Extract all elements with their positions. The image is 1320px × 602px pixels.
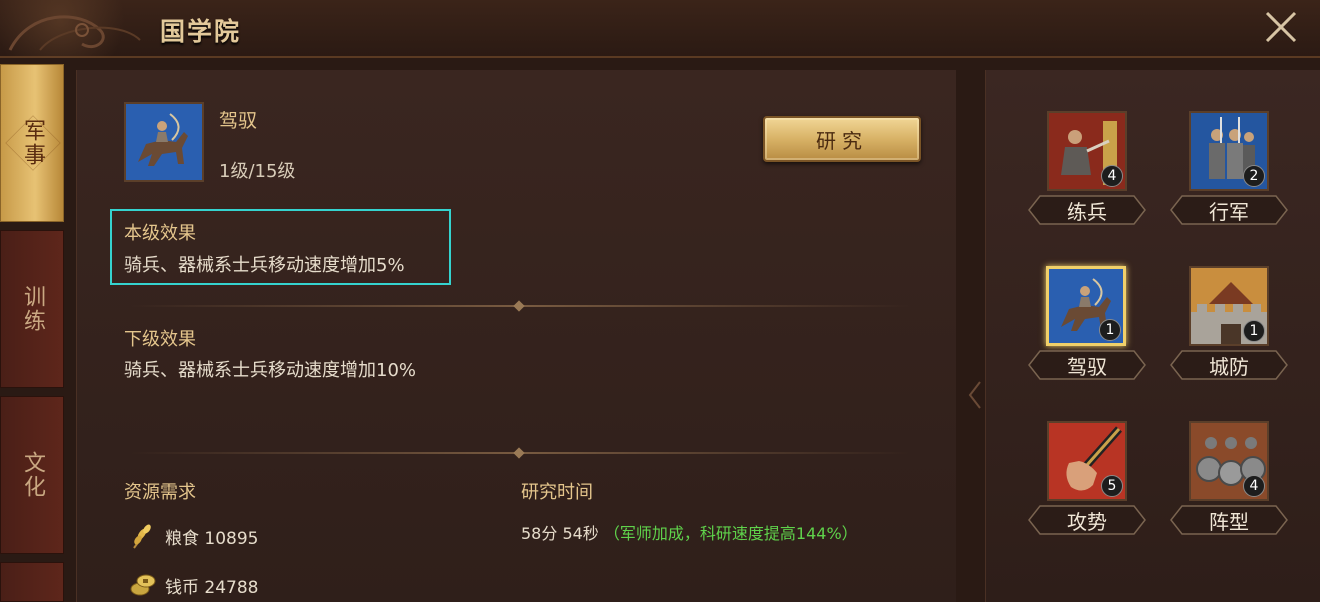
research-time: 58分 54秒 （军师加成，科研速度提高144%） xyxy=(521,520,858,544)
skill-icon-horse-archer xyxy=(124,102,204,182)
skill-tile-offense[interactable]: 5 xyxy=(1047,421,1127,501)
skill-label-march[interactable]: 行军 xyxy=(1170,195,1288,225)
tab-label: 文化 xyxy=(20,451,45,499)
skill-label-defense[interactable]: 城防 xyxy=(1170,350,1288,380)
skill-tile-formation[interactable]: 4 xyxy=(1189,421,1269,501)
level-badge: 5 xyxy=(1101,475,1123,497)
grain-label: 粮食 xyxy=(165,529,199,549)
level-badge: 4 xyxy=(1243,475,1265,497)
horse-archer-icon xyxy=(126,104,202,180)
level-badge: 4 xyxy=(1101,165,1123,187)
research-button[interactable]: 研究 xyxy=(763,116,921,162)
tab-label: 训练 xyxy=(20,285,45,333)
coin-label: 钱币 xyxy=(165,578,199,598)
skill-level: 1级/15级 xyxy=(219,161,296,182)
header-bar: 国学院 xyxy=(0,0,1320,58)
skill-name: 驾驭 xyxy=(219,110,258,132)
skill-tile-drill[interactable]: 4 xyxy=(1047,111,1127,191)
research-time-value: 58分 54秒 xyxy=(521,524,599,543)
close-icon xyxy=(1265,11,1297,43)
current-effect-text: 骑兵、器械系士兵移动速度增加5% xyxy=(124,255,405,276)
skill-tile-defense[interactable]: 1 xyxy=(1189,266,1269,346)
tab-training[interactable]: 训练 xyxy=(0,230,64,388)
category-tabs: 军事 训练 文化 xyxy=(0,64,66,602)
skill-label-offense[interactable]: 攻势 xyxy=(1028,505,1146,535)
coin-icon xyxy=(128,569,158,599)
level-badge: 1 xyxy=(1099,319,1121,341)
skill-label-text: 行军 xyxy=(1209,199,1249,224)
close-button[interactable] xyxy=(1264,10,1298,44)
research-time-title: 研究时间 xyxy=(521,482,593,503)
skill-label-text: 驾驭 xyxy=(1067,354,1107,379)
skill-tile-ride[interactable]: 1 xyxy=(1046,266,1126,346)
next-effect-title: 下级效果 xyxy=(124,329,196,350)
skill-label-text: 阵型 xyxy=(1209,509,1249,534)
level-badge: 2 xyxy=(1243,165,1265,187)
skill-label-ride[interactable]: 驾驭 xyxy=(1028,350,1146,380)
collapse-arrow-icon[interactable] xyxy=(968,380,982,410)
grain-amount: 粮食 10895 xyxy=(165,524,259,549)
level-badge: 1 xyxy=(1243,320,1265,342)
resources-title: 资源需求 xyxy=(124,482,196,503)
skill-tile-march[interactable]: 2 xyxy=(1189,111,1269,191)
grain-value: 10895 xyxy=(204,529,259,549)
grain-icon xyxy=(128,520,158,550)
skill-label-text: 攻势 xyxy=(1067,509,1107,534)
tab-diamond-ornament xyxy=(5,115,61,171)
skill-label-text: 城防 xyxy=(1209,354,1249,379)
tab-more[interactable] xyxy=(0,562,64,602)
next-effect-text: 骑兵、器械系士兵移动速度增加10% xyxy=(124,360,417,381)
skill-label-formation[interactable]: 阵型 xyxy=(1170,505,1288,535)
coin-value: 24788 xyxy=(204,578,259,598)
current-effect-title: 本级效果 xyxy=(124,223,196,244)
page-title: 国学院 xyxy=(160,17,242,46)
coin-amount: 钱币 24788 xyxy=(165,573,259,598)
skill-label-text: 练兵 xyxy=(1067,199,1107,224)
research-time-bonus: （军师加成，科研速度提高144%） xyxy=(603,524,858,543)
header-ornament xyxy=(0,0,160,58)
tab-military[interactable]: 军事 xyxy=(0,64,64,222)
skill-label-drill[interactable]: 练兵 xyxy=(1028,195,1146,225)
tab-culture[interactable]: 文化 xyxy=(0,396,64,554)
